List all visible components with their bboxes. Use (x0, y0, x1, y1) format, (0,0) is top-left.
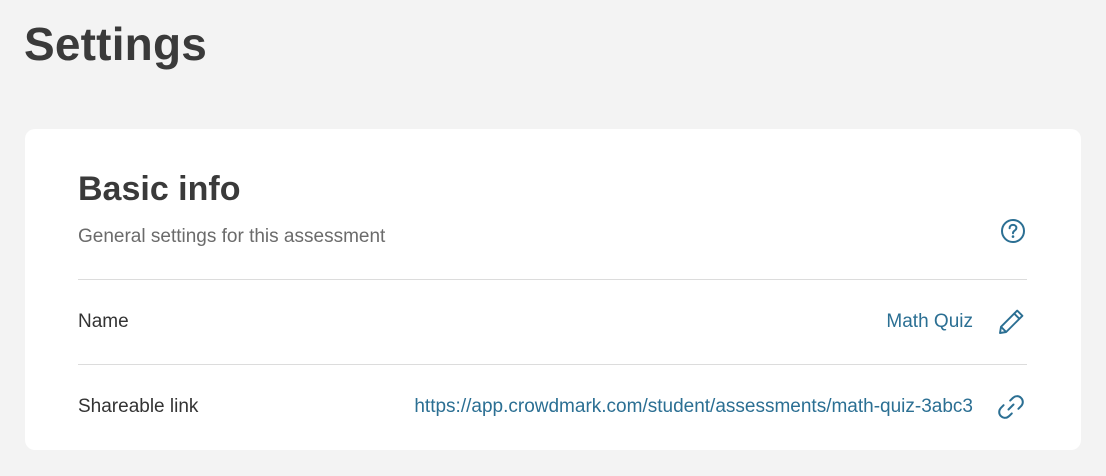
basic-info-card: Basic info General settings for this ass… (25, 129, 1081, 450)
question-circle-icon (1001, 219, 1025, 243)
basic-info-header: Basic info General settings for this ass… (78, 169, 1027, 249)
shareable-link-label: Shareable link (78, 396, 199, 417)
link-icon (998, 395, 1024, 419)
name-label: Name (78, 311, 129, 332)
pencil-icon (999, 309, 1024, 334)
name-row: Name Math Quiz (78, 280, 1027, 364)
shareable-link-value[interactable]: https://app.crowdmark.com/student/assess… (414, 396, 973, 418)
help-button[interactable] (999, 217, 1027, 245)
edit-name-button[interactable] (995, 306, 1027, 338)
name-value[interactable]: Math Quiz (886, 311, 973, 333)
shareable-link-row: Shareable link https://app.crowdmark.com… (78, 365, 1027, 449)
copy-link-button[interactable] (995, 391, 1027, 423)
page-title: Settings (24, 18, 208, 70)
section-title: Basic info (78, 170, 241, 208)
section-subtitle: General settings for this assessment (78, 226, 386, 247)
